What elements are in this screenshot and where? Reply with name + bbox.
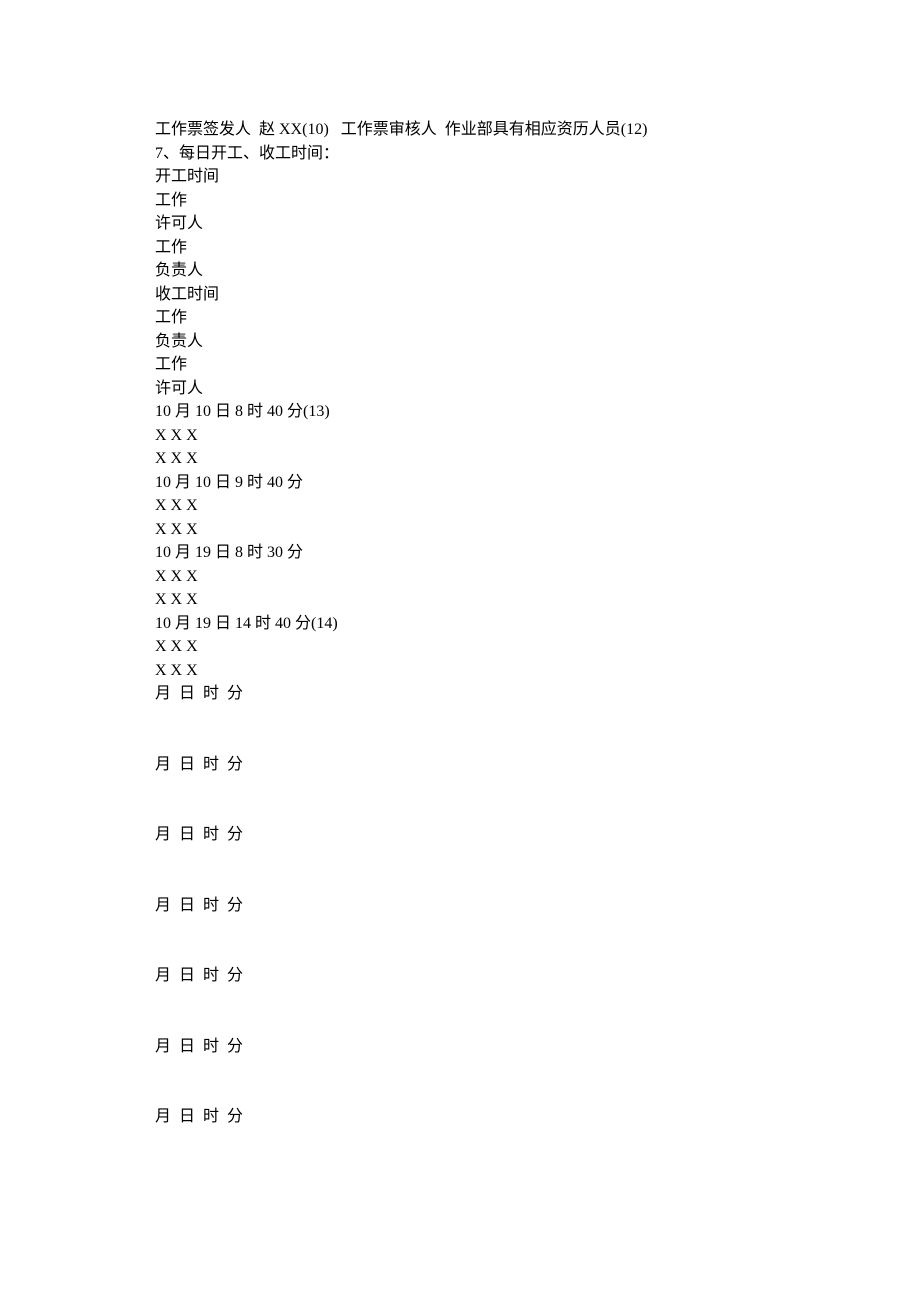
- text-line: X X X: [155, 424, 765, 448]
- text-line: [155, 800, 765, 824]
- text-line: [155, 847, 765, 871]
- text-line: 许可人: [155, 377, 765, 401]
- text-line: [155, 706, 765, 730]
- text-line: 开工时间: [155, 165, 765, 189]
- text-line: 收工时间: [155, 283, 765, 307]
- text-line: 负责人: [155, 259, 765, 283]
- text-line: 工作票签发人 赵 XX(10) 工作票审核人 作业部具有相应资历人员(12): [155, 118, 765, 142]
- text-line: X X X: [155, 447, 765, 471]
- text-line: [155, 870, 765, 894]
- text-line: X X X: [155, 588, 765, 612]
- text-line: 10 月 10 日 9 时 40 分: [155, 471, 765, 495]
- text-line: 10 月 10 日 8 时 40 分(13): [155, 400, 765, 424]
- text-line: 许可人: [155, 212, 765, 236]
- text-line: 月 日 时 分: [155, 964, 765, 988]
- text-line: [155, 1082, 765, 1106]
- text-line: 工作: [155, 306, 765, 330]
- text-line: 负责人: [155, 330, 765, 354]
- text-line: X X X: [155, 565, 765, 589]
- text-line: X X X: [155, 635, 765, 659]
- text-line: 月 日 时 分: [155, 823, 765, 847]
- text-line: [155, 941, 765, 965]
- text-line: 7、每日开工、收工时间：: [155, 142, 765, 166]
- text-line: [155, 988, 765, 1012]
- document-page: 工作票签发人 赵 XX(10) 工作票审核人 作业部具有相应资历人员(12) 7…: [0, 0, 920, 1129]
- text-line: 10 月 19 日 14 时 40 分(14): [155, 612, 765, 636]
- text-line: 月 日 时 分: [155, 894, 765, 918]
- text-line: 10 月 19 日 8 时 30 分: [155, 541, 765, 565]
- text-line: 月 日 时 分: [155, 1105, 765, 1129]
- text-line: [155, 1058, 765, 1082]
- text-line: [155, 729, 765, 753]
- text-line: 工作: [155, 236, 765, 260]
- text-line: 月 日 时 分: [155, 753, 765, 777]
- text-line: 月 日 时 分: [155, 1035, 765, 1059]
- text-line: [155, 1011, 765, 1035]
- text-line: [155, 776, 765, 800]
- text-line: 月 日 时 分: [155, 682, 765, 706]
- text-line: X X X: [155, 518, 765, 542]
- text-line: X X X: [155, 659, 765, 683]
- text-line: X X X: [155, 494, 765, 518]
- text-line: [155, 917, 765, 941]
- text-line: 工作: [155, 189, 765, 213]
- text-line: 工作: [155, 353, 765, 377]
